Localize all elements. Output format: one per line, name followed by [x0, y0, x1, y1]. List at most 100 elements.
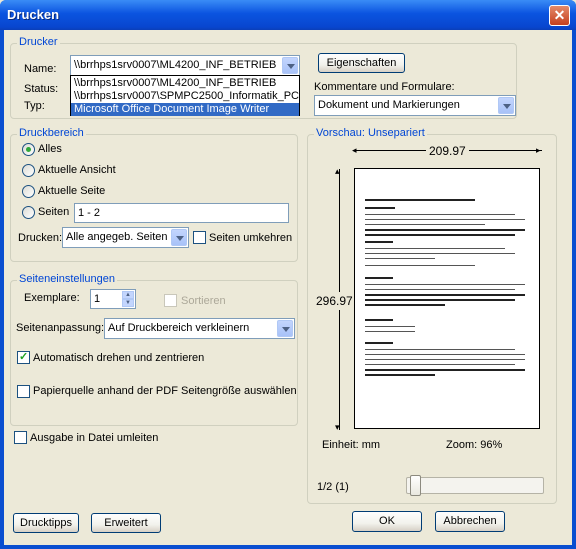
- preview-line: [365, 224, 485, 225]
- preview-line: [365, 299, 515, 301]
- comments-value: Dokument und Markierungen: [318, 99, 460, 111]
- radio-all[interactable]: [22, 143, 35, 156]
- preview-line: [365, 374, 435, 376]
- preview-unit: Einheit: mm: [322, 439, 381, 451]
- advanced-button[interactable]: Erweitert: [91, 513, 161, 533]
- radio-pages[interactable]: [22, 206, 35, 219]
- preview-line: [365, 364, 515, 365]
- preview-width: 209.97: [426, 144, 469, 158]
- radio-pages-label: Seiten: [38, 206, 70, 218]
- printer-name-label: Name:: [24, 63, 57, 75]
- preview-line: [365, 304, 445, 306]
- preview-line: [365, 258, 435, 259]
- radio-current-view-label: Aktuelle Ansicht: [38, 164, 116, 176]
- preview-line: [365, 326, 415, 327]
- chevron-down-icon[interactable]: [282, 57, 298, 74]
- printer-option[interactable]: \\brrhps1srv0007\SPMPC2500_Informatik_PC…: [71, 90, 299, 103]
- comments-label: Kommentare und Formulare:: [314, 81, 455, 93]
- window-title: Drucken: [7, 7, 60, 22]
- print-dialog-window: Drucken ✕ Drucker Name: \\brrhps1srv0007…: [0, 0, 576, 549]
- collate-label: Sortieren: [181, 295, 226, 307]
- preview-line: [365, 241, 393, 243]
- print-to-file-label: Ausgabe in Datei umleiten: [30, 432, 159, 444]
- arrow-right-icon: ▸: [536, 145, 541, 155]
- preview-line: [365, 342, 393, 344]
- title-bar[interactable]: Drucken ✕: [0, 0, 576, 30]
- arrow-down-icon: ▾: [335, 422, 340, 432]
- preview-line: [365, 234, 515, 236]
- auto-rotate-checkbox[interactable]: [17, 350, 30, 364]
- cancel-button[interactable]: Abbrechen: [435, 511, 505, 532]
- arrow-up-icon: ▴: [335, 166, 340, 176]
- printer-legend: Drucker: [17, 36, 60, 48]
- copies-label: Exemplare:: [24, 292, 80, 304]
- preview-line: [365, 219, 525, 220]
- pages-input[interactable]: 1 - 2: [74, 203, 289, 223]
- preview-line: [365, 294, 525, 296]
- page-slider[interactable]: [406, 475, 544, 496]
- printer-option[interactable]: \\brrhps1srv0007\ML4200_INF_BETRIEB: [71, 77, 299, 90]
- reverse-pages-label: Seiten umkehren: [209, 232, 293, 244]
- preview-line: [365, 248, 505, 249]
- printer-status-label: Status:: [24, 83, 59, 95]
- paper-source-label: Papierquelle anhand der PDF Seitengröße …: [33, 385, 297, 397]
- preview-line: [365, 199, 475, 201]
- pages-input-value: 1 - 2: [78, 207, 101, 219]
- preview-line: [365, 359, 525, 360]
- radio-current-page[interactable]: [22, 185, 35, 198]
- preview-legend: Vorschau: Unsepariert: [314, 127, 427, 139]
- comments-select[interactable]: Dokument und Markierungen: [314, 95, 516, 116]
- printer-name-value: \\brrhps1srv0007\ML4200_INF_BETRIEB: [74, 59, 277, 71]
- spin-down-icon[interactable]: ▼: [122, 299, 134, 307]
- reverse-pages-checkbox[interactable]: [193, 231, 206, 244]
- preview-page: [354, 168, 540, 429]
- close-icon: ✕: [553, 7, 566, 23]
- paper-source-checkbox[interactable]: [17, 385, 30, 398]
- properties-button[interactable]: Eigenschaften: [318, 53, 405, 73]
- arrow-left-icon: ◂: [352, 145, 357, 155]
- preview-zoom: Zoom: 96%: [446, 439, 503, 451]
- chevron-down-icon[interactable]: [171, 229, 187, 246]
- print-subset-label: Drucken:: [18, 232, 63, 244]
- preview-line: [365, 354, 525, 355]
- preview-line: [365, 289, 515, 290]
- copies-spinner[interactable]: 1 ▲ ▼: [90, 289, 136, 309]
- scaling-select[interactable]: Auf Druckbereich verkleinern: [104, 318, 295, 339]
- auto-rotate-label: Automatisch drehen und zentrieren: [33, 352, 205, 364]
- preview-line: [365, 229, 525, 231]
- close-button[interactable]: ✕: [549, 5, 570, 26]
- printer-dropdown-list: \\brrhps1srv0007\ML4200_INF_BETRIEB \\br…: [70, 75, 300, 116]
- ok-button[interactable]: OK: [352, 511, 422, 532]
- preview-line: [365, 349, 515, 350]
- radio-all-label: Alles: [38, 143, 62, 155]
- preview-line: [365, 265, 475, 266]
- page-slider-thumb[interactable]: [410, 475, 421, 496]
- preview-line: [365, 253, 515, 254]
- tips-button[interactable]: Drucktipps: [13, 513, 79, 533]
- preview-line: [365, 214, 515, 215]
- copies-value: 1: [94, 293, 101, 305]
- preview-line: [365, 207, 395, 209]
- print-subset-value: Alle angegeb. Seiten: [66, 231, 168, 243]
- scaling-label: Seitenanpassung:: [16, 322, 105, 334]
- print-to-file-checkbox[interactable]: [14, 431, 27, 444]
- printer-option[interactable]: Microsoft Office Document Image Writer: [71, 103, 299, 116]
- chevron-down-icon[interactable]: [277, 320, 293, 337]
- preview-line: [365, 319, 393, 321]
- radio-current-view[interactable]: [22, 164, 35, 177]
- print-range-legend: Druckbereich: [17, 127, 86, 139]
- preview-line: [365, 331, 415, 332]
- preview-height: 296.97: [316, 292, 353, 310]
- collate-checkbox[interactable]: [164, 294, 177, 307]
- radio-current-page-label: Aktuelle Seite: [38, 185, 106, 197]
- scaling-value: Auf Druckbereich verkleinern: [108, 322, 250, 334]
- preview-line: [365, 369, 525, 371]
- spin-up-icon[interactable]: ▲: [122, 291, 134, 299]
- preview-line: [365, 284, 525, 285]
- printer-name-select[interactable]: \\brrhps1srv0007\ML4200_INF_BETRIEB: [70, 55, 300, 76]
- print-subset-select[interactable]: Alle angegeb. Seiten: [62, 227, 189, 248]
- printer-type-label: Typ:: [24, 100, 45, 112]
- page-indicator: 1/2 (1): [317, 481, 349, 493]
- dialog-client: Drucker Name: \\brrhps1srv0007\ML4200_IN…: [4, 30, 572, 545]
- chevron-down-icon[interactable]: [498, 97, 514, 114]
